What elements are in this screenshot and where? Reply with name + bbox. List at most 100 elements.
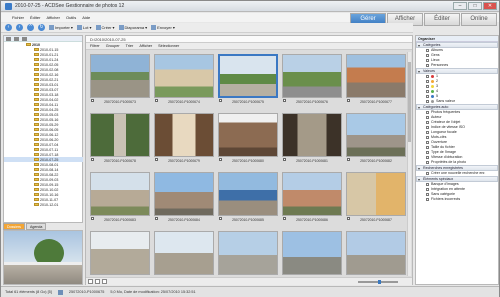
photo-thumbnail[interactable] bbox=[90, 231, 150, 276]
photo-thumbnail[interactable]: 25072010-P1000682 bbox=[346, 113, 406, 169]
send-button[interactable]: Envoyer ▾ bbox=[151, 25, 175, 30]
back-arrow-icon[interactable]: ‹ bbox=[5, 24, 12, 31]
view-mode-icon[interactable] bbox=[88, 279, 93, 284]
organizer-section-saved[interactable]: Recherches enregistrées bbox=[416, 165, 498, 171]
checkbox[interactable] bbox=[426, 90, 429, 93]
thumbnail-caption: 25072010-P1000680 bbox=[232, 159, 264, 163]
folder-icon bbox=[34, 87, 39, 92]
photo-thumbnail[interactable]: 25072010-P1000678 bbox=[90, 113, 150, 169]
tab-calendar[interactable]: Agenda bbox=[25, 223, 47, 230]
photo-thumbnail[interactable] bbox=[154, 231, 214, 276]
checkbox[interactable] bbox=[426, 75, 429, 78]
checkbox[interactable] bbox=[426, 121, 429, 124]
maximize-button[interactable]: □ bbox=[468, 2, 482, 10]
close-button[interactable]: ✕ bbox=[483, 2, 497, 10]
checkbox[interactable] bbox=[426, 100, 429, 103]
minimize-button[interactable]: – bbox=[453, 2, 467, 10]
checkbox[interactable] bbox=[426, 95, 429, 98]
checkbox[interactable] bbox=[426, 193, 429, 196]
slideshow-button[interactable]: Diaporama ▾ bbox=[118, 25, 147, 30]
organizer-panel: Organiser CatégoriesAlbumsGensLieuxPerso… bbox=[415, 35, 499, 285]
vertical-scrollbar[interactable] bbox=[407, 52, 411, 276]
folders-panel: 2010 2010-01-15 2010-01-21 2010-01-24 2010-0… bbox=[3, 35, 83, 223]
photo-thumbnail[interactable] bbox=[282, 231, 342, 276]
batch-button[interactable]: Lot ▾ bbox=[76, 25, 92, 30]
checkbox[interactable] bbox=[426, 59, 429, 62]
photo-thumbnail[interactable]: 25072010-P1000673 bbox=[90, 54, 150, 110]
rating-icon bbox=[431, 100, 434, 103]
photo-thumbnail[interactable]: 25072010-P1000687 bbox=[346, 172, 406, 228]
checkbox[interactable] bbox=[426, 146, 429, 149]
checkbox[interactable] bbox=[426, 85, 429, 88]
menu-help[interactable]: Aide bbox=[82, 15, 90, 20]
checkbox[interactable] bbox=[426, 198, 429, 201]
photo-thumbnail[interactable]: 25072010-P1000684 bbox=[154, 172, 214, 228]
checkbox[interactable] bbox=[426, 116, 429, 119]
folder-icon bbox=[34, 107, 39, 112]
checkbox[interactable] bbox=[426, 161, 429, 164]
photo-thumbnail[interactable]: 25072010-P1000683 bbox=[90, 172, 150, 228]
thumbnail-caption: 25072010-P1000687 bbox=[360, 218, 392, 222]
photo-thumbnail[interactable]: 25072010-P1000675 bbox=[218, 54, 278, 110]
checkbox[interactable] bbox=[426, 172, 429, 175]
group-menu[interactable]: Grouper bbox=[106, 44, 120, 48]
thumbnail-grid: 25072010-P1000673 25072010-P1000674 250720… bbox=[88, 52, 410, 276]
photo-thumbnail[interactable] bbox=[218, 231, 278, 276]
select-all-icon[interactable] bbox=[102, 279, 107, 284]
menu-edit[interactable]: Éditer bbox=[30, 15, 40, 20]
folder-icon bbox=[34, 117, 39, 122]
organizer-section-categories[interactable]: Catégories bbox=[416, 42, 498, 48]
tab-folders[interactable]: Dossiers bbox=[3, 223, 25, 230]
breadcrumb[interactable]: D:\2010\2010-07-25 bbox=[86, 36, 412, 43]
filter-icon[interactable] bbox=[95, 279, 100, 284]
create-icon bbox=[95, 25, 101, 30]
rating-icon bbox=[431, 95, 434, 98]
checkbox[interactable] bbox=[426, 183, 429, 186]
create-button[interactable]: Créer ▾ bbox=[95, 25, 115, 30]
organizer-section-ratings[interactable]: Valeurs bbox=[416, 68, 498, 74]
menu-file[interactable]: Fichier bbox=[12, 15, 24, 20]
checkbox[interactable] bbox=[426, 136, 429, 139]
photo-thumbnail[interactable]: 25072010-P1000679 bbox=[154, 113, 214, 169]
filter-menu[interactable]: Filtrer bbox=[90, 44, 100, 48]
view-menu[interactable]: Afficher bbox=[139, 44, 152, 48]
checkbox[interactable] bbox=[426, 126, 429, 129]
folder-icon bbox=[34, 172, 39, 177]
photo-thumbnail[interactable]: 25072010-P1000676 bbox=[282, 54, 342, 110]
folder-icon bbox=[34, 47, 39, 52]
checkbox[interactable] bbox=[426, 151, 429, 154]
tree-folder[interactable]: 2010-12-01 bbox=[4, 202, 83, 207]
checkbox[interactable] bbox=[426, 54, 429, 57]
organizer-item[interactable]: Fichiers incorrects bbox=[416, 197, 498, 202]
photo-thumbnail[interactable] bbox=[346, 231, 406, 276]
folder-icon bbox=[34, 62, 39, 67]
mode-edit[interactable]: Éditer bbox=[424, 13, 460, 26]
refresh-icon[interactable]: ↻ bbox=[38, 24, 45, 31]
photo-thumbnail[interactable]: 25072010-P1000686 bbox=[282, 172, 342, 228]
checkbox[interactable] bbox=[426, 80, 429, 83]
photo-thumbnail[interactable]: 25072010-P1000674 bbox=[154, 54, 214, 110]
checkbox[interactable] bbox=[426, 141, 429, 144]
checkbox[interactable] bbox=[426, 131, 429, 134]
organizer-section-special[interactable]: Éléments spéciaux bbox=[416, 176, 498, 182]
zoom-slider[interactable] bbox=[358, 280, 398, 284]
checkbox[interactable] bbox=[426, 64, 429, 67]
import-icon bbox=[49, 25, 54, 30]
checkbox[interactable] bbox=[426, 49, 429, 52]
organizer-section-autocats[interactable]: Catégories auto bbox=[416, 104, 498, 110]
forward-arrow-icon[interactable]: › bbox=[16, 24, 23, 31]
sort-menu[interactable]: Trier bbox=[126, 44, 134, 48]
photo-thumbnail[interactable]: 25072010-P1000680 bbox=[218, 113, 278, 169]
photo-thumbnail[interactable]: 25072010-P1000681 bbox=[282, 113, 342, 169]
menu-tools[interactable]: Outils bbox=[66, 15, 76, 20]
up-arrow-icon[interactable]: ^ bbox=[27, 24, 34, 31]
checkbox[interactable] bbox=[426, 111, 429, 114]
menu-view[interactable]: Afficher bbox=[46, 15, 60, 20]
photo-thumbnail[interactable]: 25072010-P1000685 bbox=[218, 172, 278, 228]
select-menu[interactable]: Sélectionner bbox=[158, 44, 179, 48]
checkbox[interactable] bbox=[426, 156, 429, 159]
photo-thumbnail[interactable]: 25072010-P1000677 bbox=[346, 54, 406, 110]
mode-online[interactable]: Online bbox=[461, 13, 497, 26]
checkbox[interactable] bbox=[426, 188, 429, 191]
import-button[interactable]: Importer ▾ bbox=[49, 25, 73, 30]
